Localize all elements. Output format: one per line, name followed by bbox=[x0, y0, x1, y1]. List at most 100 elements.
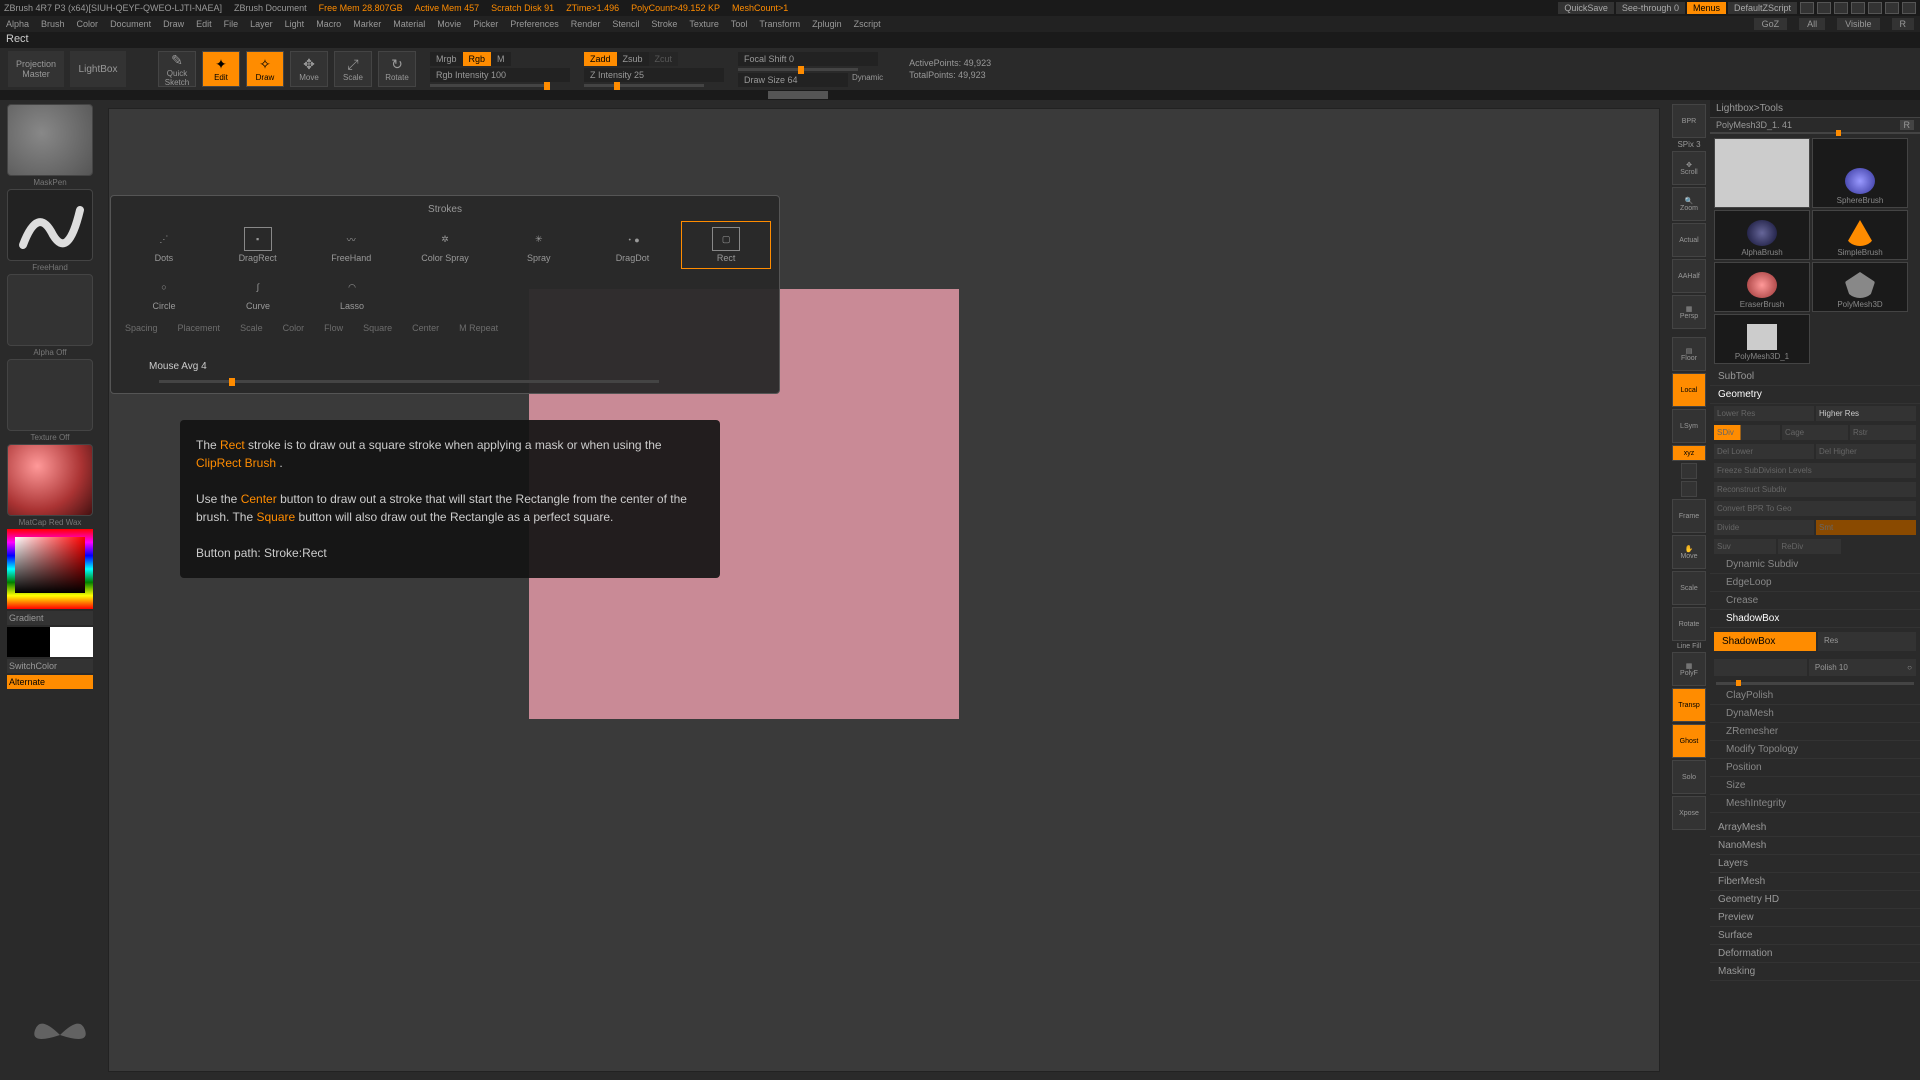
actual-button[interactable]: Actual bbox=[1672, 223, 1706, 257]
menu-draw[interactable]: Draw bbox=[163, 19, 184, 29]
defaultscript-button[interactable]: DefaultZScript bbox=[1728, 2, 1797, 14]
crease-section[interactable]: Crease bbox=[1710, 592, 1920, 610]
sdiv-slider[interactable]: SDiv bbox=[1714, 425, 1780, 440]
color-picker[interactable] bbox=[7, 529, 93, 609]
menu-movie[interactable]: Movie bbox=[437, 19, 461, 29]
param-scale[interactable]: Scale bbox=[240, 323, 263, 351]
dock-sm-2[interactable] bbox=[1681, 481, 1697, 497]
draw-button[interactable]: ✧Draw bbox=[246, 51, 284, 87]
masking-section[interactable]: Masking bbox=[1710, 963, 1920, 981]
tool-current[interactable] bbox=[1714, 138, 1810, 208]
stroke-thumb[interactable] bbox=[7, 189, 93, 261]
tool-polymesh3d[interactable]: PolyMesh3D bbox=[1812, 262, 1908, 312]
rstr-button[interactable]: Rstr bbox=[1850, 425, 1916, 440]
xpose-button[interactable]: Xpose bbox=[1672, 796, 1706, 830]
param-spacing[interactable]: Spacing bbox=[125, 323, 158, 351]
quicksketch-button[interactable]: ✎ Quick Sketch bbox=[158, 51, 196, 87]
deformation-section[interactable]: Deformation bbox=[1710, 945, 1920, 963]
lightbox-button[interactable]: LightBox bbox=[70, 51, 126, 87]
mrgb-button[interactable]: Mrgb bbox=[430, 52, 463, 66]
solo-button[interactable]: Solo bbox=[1672, 760, 1706, 794]
menu-file[interactable]: File bbox=[224, 19, 239, 29]
menu-document[interactable]: Document bbox=[110, 19, 151, 29]
convert-bpr-button[interactable]: Convert BPR To Geo bbox=[1714, 501, 1916, 516]
menu-stencil[interactable]: Stencil bbox=[612, 19, 639, 29]
position-section[interactable]: Position bbox=[1710, 759, 1920, 777]
alternate-button[interactable]: Alternate bbox=[7, 675, 93, 689]
meshintegrity-section[interactable]: MeshIntegrity bbox=[1710, 795, 1920, 813]
stroke-spray[interactable]: ✳Spray bbox=[494, 221, 584, 269]
frame-button[interactable]: Frame bbox=[1672, 499, 1706, 533]
quicksave-button[interactable]: QuickSave bbox=[1558, 2, 1614, 14]
gradient-button[interactable]: Gradient bbox=[7, 611, 93, 625]
rgb-button[interactable]: Rgb bbox=[463, 52, 492, 66]
goz-button[interactable]: GoZ bbox=[1754, 18, 1788, 30]
claypolish-section[interactable]: ClayPolish bbox=[1710, 687, 1920, 705]
dock-sm-1[interactable] bbox=[1681, 463, 1697, 479]
aahalf-button[interactable]: AAHalf bbox=[1672, 259, 1706, 293]
tool-eraserbrush[interactable]: EraserBrush bbox=[1714, 262, 1810, 312]
z-intensity-slider[interactable]: Z Intensity 25 bbox=[584, 68, 724, 82]
dock-scale-button[interactable]: Scale bbox=[1672, 571, 1706, 605]
stroke-lasso[interactable]: ◠Lasso bbox=[307, 269, 397, 317]
menu-macro[interactable]: Macro bbox=[316, 19, 341, 29]
menu-light[interactable]: Light bbox=[285, 19, 305, 29]
stroke-dragrect[interactable]: ▪DragRect bbox=[213, 221, 303, 269]
cage-button[interactable]: Cage bbox=[1782, 425, 1848, 440]
texture-thumb[interactable] bbox=[7, 359, 93, 431]
param-color[interactable]: Color bbox=[283, 323, 305, 351]
tool-polymesh3d-1[interactable]: PolyMesh3D_1 bbox=[1714, 314, 1810, 364]
dock-rotate-button[interactable]: Rotate bbox=[1672, 607, 1706, 641]
menu-stroke[interactable]: Stroke bbox=[651, 19, 677, 29]
local-button[interactable]: Local bbox=[1672, 373, 1706, 407]
size-section[interactable]: Size bbox=[1710, 777, 1920, 795]
zsub-button[interactable]: Zsub bbox=[617, 52, 649, 66]
edgeloop-section[interactable]: EdgeLoop bbox=[1710, 574, 1920, 592]
stroke-rect[interactable]: ▢Rect bbox=[681, 221, 771, 269]
zadd-button[interactable]: Zadd bbox=[584, 52, 617, 66]
polyf-button[interactable]: ▦PolyF bbox=[1672, 652, 1706, 686]
move-button[interactable]: ✥Move bbox=[290, 51, 328, 87]
geometry-section[interactable]: Geometry bbox=[1710, 386, 1920, 404]
switchcolor-button[interactable]: SwitchColor bbox=[7, 659, 93, 673]
rgb-slider[interactable] bbox=[430, 84, 550, 87]
lsym-button[interactable]: LSym bbox=[1672, 409, 1706, 443]
z-slider[interactable] bbox=[584, 84, 704, 87]
tool-alphabrush[interactable]: AlphaBrush bbox=[1714, 210, 1810, 260]
minimize-button[interactable] bbox=[1868, 2, 1882, 14]
nanomesh-section[interactable]: NanoMesh bbox=[1710, 837, 1920, 855]
stroke-colorspray[interactable]: ✲Color Spray bbox=[400, 221, 490, 269]
menu-zplugin[interactable]: Zplugin bbox=[812, 19, 842, 29]
stroke-freehand[interactable]: 〰FreeHand bbox=[306, 221, 396, 269]
zcut-button[interactable]: Zcut bbox=[649, 52, 679, 66]
subtool-section[interactable]: SubTool bbox=[1710, 368, 1920, 386]
dynamesh-section[interactable]: DynaMesh bbox=[1710, 705, 1920, 723]
param-placement[interactable]: Placement bbox=[178, 323, 221, 351]
scale-button[interactable]: ⤢Scale bbox=[334, 51, 372, 87]
stroke-dots[interactable]: ⋰Dots bbox=[119, 221, 209, 269]
menu-texture[interactable]: Texture bbox=[689, 19, 719, 29]
xyz-button[interactable]: xyz bbox=[1672, 445, 1706, 461]
draw-size-slider[interactable]: Draw Size 64 bbox=[738, 73, 848, 87]
lightbox-tools-header[interactable]: Lightbox>Tools bbox=[1710, 100, 1920, 118]
higher-res-button[interactable]: Higher Res bbox=[1816, 406, 1916, 421]
menu-color[interactable]: Color bbox=[77, 19, 99, 29]
lower-res-button[interactable]: Lower Res bbox=[1714, 406, 1814, 421]
edit-button[interactable]: ✦Edit bbox=[202, 51, 240, 87]
zremesher-section[interactable]: ZRemesher bbox=[1710, 723, 1920, 741]
all-button[interactable]: All bbox=[1799, 18, 1825, 30]
menu-picker[interactable]: Picker bbox=[473, 19, 498, 29]
param-square[interactable]: Square bbox=[363, 323, 392, 351]
param-center[interactable]: Center bbox=[412, 323, 439, 351]
alpha-thumb[interactable] bbox=[7, 274, 93, 346]
shadowbox-section[interactable]: ShadowBox bbox=[1710, 610, 1920, 628]
maximize-button[interactable] bbox=[1885, 2, 1899, 14]
layers-section[interactable]: Layers bbox=[1710, 855, 1920, 873]
m-button[interactable]: M bbox=[491, 52, 511, 66]
visible-button[interactable]: Visible bbox=[1837, 18, 1879, 30]
stroke-dragdot[interactable]: ・●DragDot bbox=[588, 221, 678, 269]
tool-r-button[interactable]: R bbox=[1900, 120, 1915, 130]
surface-section[interactable]: Surface bbox=[1710, 927, 1920, 945]
menus-button[interactable]: Menus bbox=[1687, 2, 1726, 14]
divide-button[interactable]: Divide bbox=[1714, 520, 1814, 535]
